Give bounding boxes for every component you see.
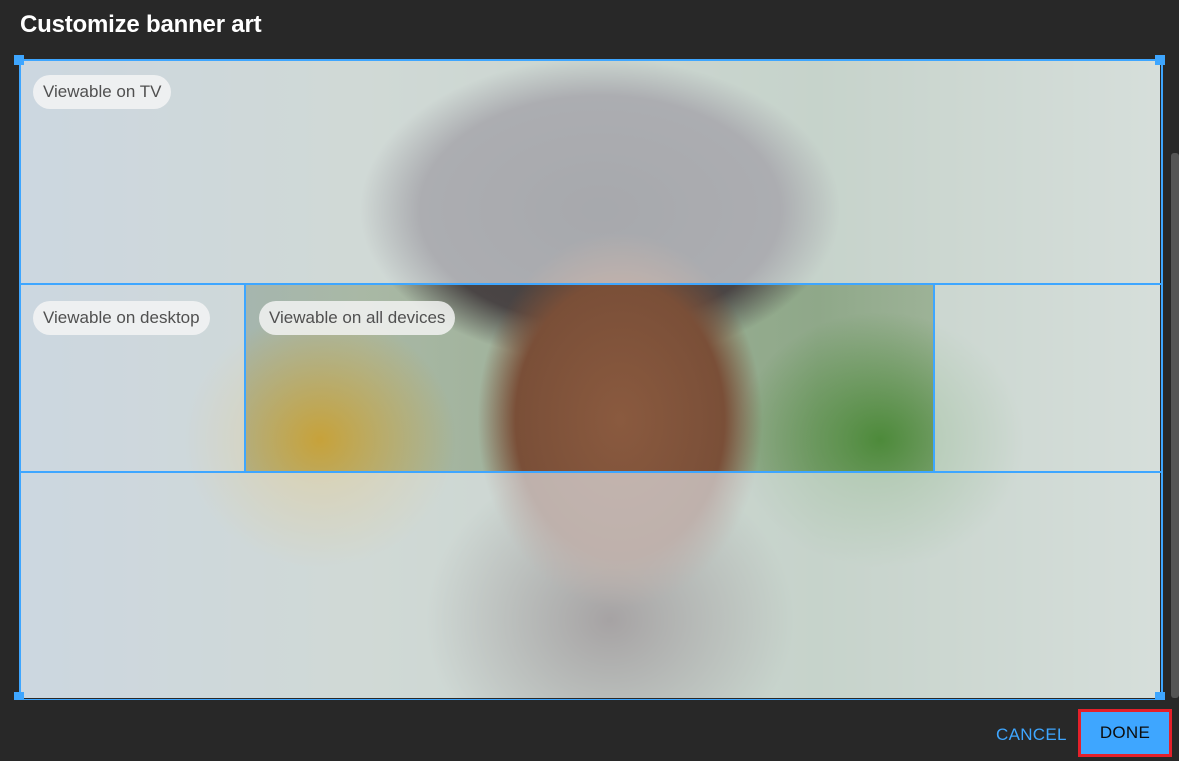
dialog-footer: CANCEL DONE: [0, 700, 1179, 761]
all-devices-zone-label: Viewable on all devices: [259, 301, 456, 335]
desktop-zone-bottom-border: [19, 471, 1161, 473]
tv-only-overlay: [20, 60, 1160, 285]
all-devices-zone-right-border: [933, 283, 935, 473]
dialog-title: Customize banner art: [20, 11, 262, 38]
done-button[interactable]: DONE: [1078, 709, 1172, 757]
tv-bottom-overlay: [20, 473, 1160, 698]
desktop-right-overlay: [934, 285, 1160, 473]
desktop-zone-top-border: [19, 283, 1161, 285]
banner-image[interactable]: [20, 60, 1160, 698]
tv-zone-label: Viewable on TV: [33, 75, 172, 109]
dialog-header: Customize banner art: [0, 0, 1179, 57]
cancel-button[interactable]: CANCEL: [996, 725, 1067, 745]
desktop-zone-label: Viewable on desktop: [33, 301, 210, 335]
dialog-scrollbar[interactable]: [1171, 153, 1179, 698]
resize-handle-icon[interactable]: [14, 55, 24, 65]
all-devices-zone-left-border: [244, 283, 246, 473]
resize-handle-icon[interactable]: [1155, 55, 1165, 65]
